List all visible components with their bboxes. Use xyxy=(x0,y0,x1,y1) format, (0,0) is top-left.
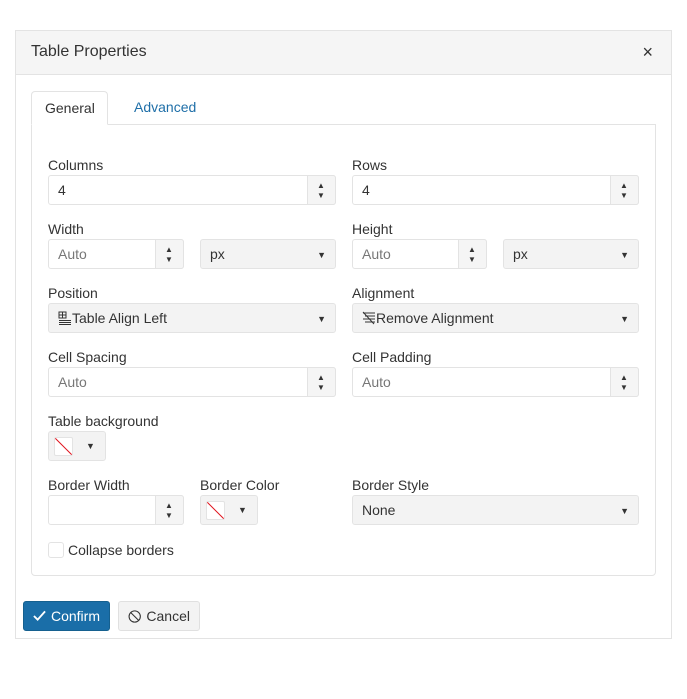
rows-label: Rows xyxy=(352,157,388,173)
rows-stepper[interactable]: ▲ ▼ xyxy=(610,175,639,205)
cancel-button[interactable]: Cancel xyxy=(118,601,200,631)
checkmark-icon xyxy=(33,610,46,622)
dialog-title: Table Properties xyxy=(31,43,147,60)
cell-spacing-label: Cell Spacing xyxy=(48,349,127,365)
chevron-down-icon: ▼ xyxy=(317,314,326,324)
confirm-label: Confirm xyxy=(50,608,100,624)
columns-value: 4 xyxy=(58,182,66,198)
position-select[interactable]: Table Align Left ▼ xyxy=(48,303,336,333)
no-color-swatch-icon xyxy=(54,437,73,456)
decrement-icon[interactable]: ▼ xyxy=(620,192,628,200)
height-stepper[interactable]: ▲ ▼ xyxy=(458,239,487,269)
chevron-down-icon: ▼ xyxy=(620,314,629,324)
width-label: Width xyxy=(48,221,84,237)
increment-icon[interactable]: ▲ xyxy=(620,374,628,382)
tab-advanced[interactable]: Advanced xyxy=(121,91,209,125)
columns-stepper[interactable]: ▲ ▼ xyxy=(307,175,336,205)
rows-value: 4 xyxy=(362,182,370,198)
width-unit-select[interactable]: px ▼ xyxy=(200,239,336,269)
border-color-label: Border Color xyxy=(200,477,280,493)
decrement-icon[interactable]: ▼ xyxy=(620,384,628,392)
border-color-picker[interactable]: ▼ xyxy=(200,495,258,525)
position-label: Position xyxy=(48,285,98,301)
decrement-icon[interactable]: ▼ xyxy=(468,256,476,264)
close-icon[interactable]: × xyxy=(642,41,653,63)
table-background-color-picker[interactable]: ▼ xyxy=(48,431,106,461)
border-width-stepper[interactable]: ▲ ▼ xyxy=(155,495,184,525)
cell-spacing-input[interactable]: Auto ▲ ▼ xyxy=(48,367,336,397)
border-style-value: None xyxy=(362,502,396,518)
height-unit-select[interactable]: px ▼ xyxy=(503,239,639,269)
border-style-select[interactable]: None ▼ xyxy=(352,495,639,525)
decrement-icon[interactable]: ▼ xyxy=(317,192,325,200)
position-value: Table Align Left xyxy=(72,310,167,326)
decrement-icon[interactable]: ▼ xyxy=(317,384,325,392)
width-placeholder: Auto xyxy=(58,246,87,262)
cell-padding-label: Cell Padding xyxy=(352,349,432,365)
cancel-label: Cancel xyxy=(146,608,190,624)
alignment-value: Remove Alignment xyxy=(376,310,494,326)
collapse-borders-label[interactable]: Collapse borders xyxy=(68,542,174,558)
cell-spacing-placeholder: Auto xyxy=(58,374,87,390)
height-unit-value: px xyxy=(513,246,528,262)
chevron-down-icon: ▼ xyxy=(620,506,629,516)
border-width-label: Border Width xyxy=(48,477,130,493)
height-input[interactable]: Auto ▲ ▼ xyxy=(352,239,487,269)
chevron-down-icon: ▼ xyxy=(620,250,629,260)
height-placeholder: Auto xyxy=(362,246,391,262)
no-color-swatch-icon xyxy=(206,501,225,520)
confirm-button[interactable]: Confirm xyxy=(23,601,110,631)
cell-padding-placeholder: Auto xyxy=(362,374,391,390)
dialog-header: Table Properties × xyxy=(16,31,671,75)
table-background-label: Table background xyxy=(48,413,159,429)
columns-label: Columns xyxy=(48,157,104,173)
cell-spacing-stepper[interactable]: ▲ ▼ xyxy=(307,367,336,397)
increment-icon[interactable]: ▲ xyxy=(620,182,628,190)
alignment-label: Alignment xyxy=(352,285,415,301)
increment-icon[interactable]: ▲ xyxy=(317,182,325,190)
alignment-select[interactable]: Remove Alignment ▼ xyxy=(352,303,639,333)
increment-icon[interactable]: ▲ xyxy=(165,246,173,254)
increment-icon[interactable]: ▲ xyxy=(165,502,173,510)
chevron-down-icon: ▼ xyxy=(238,505,247,515)
remove-alignment-icon xyxy=(362,311,375,325)
tab-general[interactable]: General xyxy=(31,91,108,125)
ban-icon xyxy=(128,609,141,623)
width-stepper[interactable]: ▲ ▼ xyxy=(155,239,184,269)
cell-padding-input[interactable]: Auto ▲ ▼ xyxy=(352,367,639,397)
decrement-icon[interactable]: ▼ xyxy=(165,256,173,264)
chevron-down-icon: ▼ xyxy=(317,250,326,260)
height-label: Height xyxy=(352,221,393,237)
collapse-borders-checkbox[interactable] xyxy=(48,542,64,558)
decrement-icon[interactable]: ▼ xyxy=(165,512,173,520)
width-input[interactable]: Auto ▲ ▼ xyxy=(48,239,184,269)
border-width-input[interactable]: ▲ ▼ xyxy=(48,495,184,525)
table-align-left-icon xyxy=(58,311,71,325)
width-unit-value: px xyxy=(210,246,225,262)
increment-icon[interactable]: ▲ xyxy=(468,246,476,254)
chevron-down-icon: ▼ xyxy=(86,441,95,451)
rows-input[interactable]: 4 ▲ ▼ xyxy=(352,175,639,205)
border-style-label: Border Style xyxy=(352,477,430,493)
columns-input[interactable]: 4 ▲ ▼ xyxy=(48,175,336,205)
cell-padding-stepper[interactable]: ▲ ▼ xyxy=(610,367,639,397)
increment-icon[interactable]: ▲ xyxy=(317,374,325,382)
